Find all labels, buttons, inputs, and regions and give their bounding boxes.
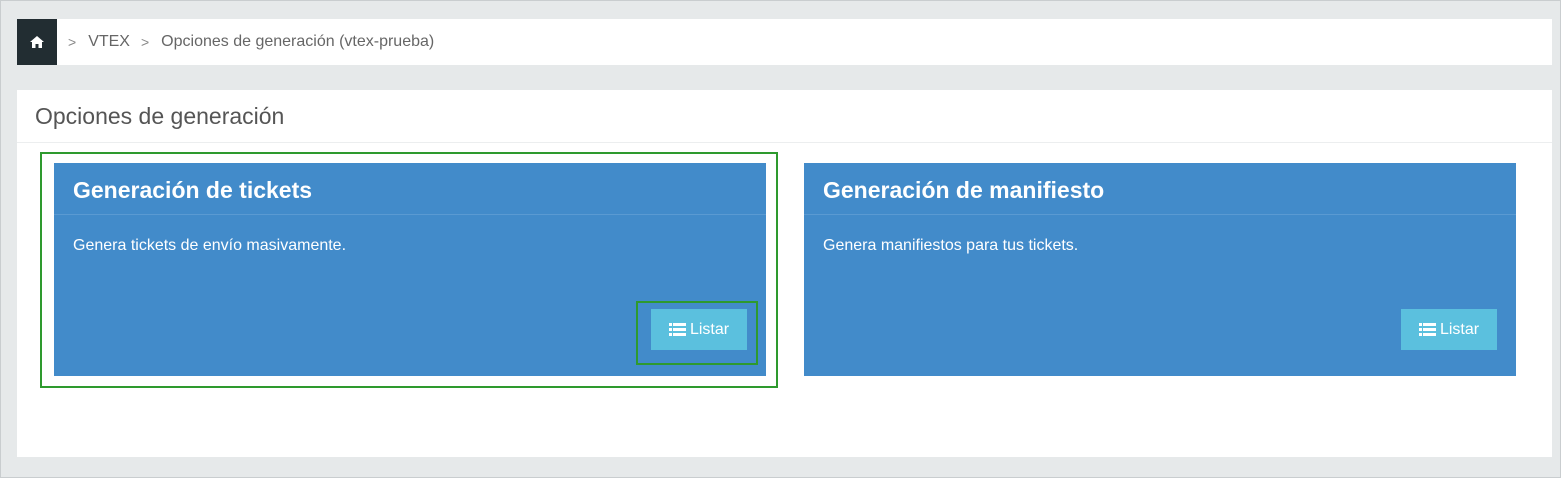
- breadcrumb: > VTEX > Opciones de generación (vtex-pr…: [17, 19, 1552, 65]
- card-header: Generación de manifiesto: [804, 163, 1516, 215]
- breadcrumb-separator: >: [68, 34, 77, 50]
- home-button[interactable]: [17, 19, 57, 65]
- app-frame: > VTEX > Opciones de generación (vtex-pr…: [0, 0, 1561, 478]
- button-label: Listar: [689, 320, 730, 338]
- button-label: Listar: [1439, 320, 1480, 338]
- manifest-generation-card: Generación de manifiesto Genera manifies…: [804, 163, 1516, 376]
- card-title: Generación de tickets: [73, 177, 313, 203]
- breadcrumb-item-current: Opciones de generación (vtex-prueba): [161, 33, 435, 50]
- list-icon: [1418, 323, 1436, 336]
- breadcrumb-item-vtex[interactable]: VTEX: [88, 33, 130, 51]
- page-title: Opciones de generación: [35, 103, 285, 129]
- breadcrumb-separator: >: [140, 34, 150, 50]
- list-manifests-button[interactable]: Listar: [1401, 309, 1497, 350]
- panel-header: Opciones de generación: [17, 90, 1552, 143]
- card-description: Genera tickets de envío masivamente.: [73, 237, 347, 254]
- tickets-generation-card: Generación de tickets Genera tickets de …: [54, 163, 766, 376]
- list-tickets-button[interactable]: Listar: [651, 309, 747, 350]
- card-header: Generación de tickets: [54, 163, 766, 215]
- list-icon: [668, 323, 686, 336]
- card-description: Genera manifiestos para tus tickets.: [823, 237, 1079, 254]
- home-icon: [30, 36, 44, 48]
- card-title: Generación de manifiesto: [823, 177, 1105, 203]
